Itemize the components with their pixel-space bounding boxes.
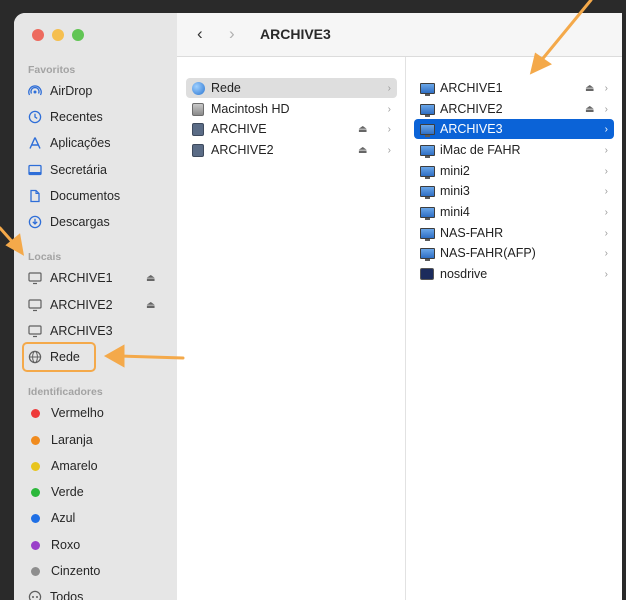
annotation-arrow-rede — [118, 354, 185, 360]
annotation-arrows — [0, 0, 593, 368]
annotation-arrowhead — [529, 52, 552, 75]
annotation-arrow-top — [538, 0, 593, 64]
annotation-arrowhead — [103, 344, 125, 368]
